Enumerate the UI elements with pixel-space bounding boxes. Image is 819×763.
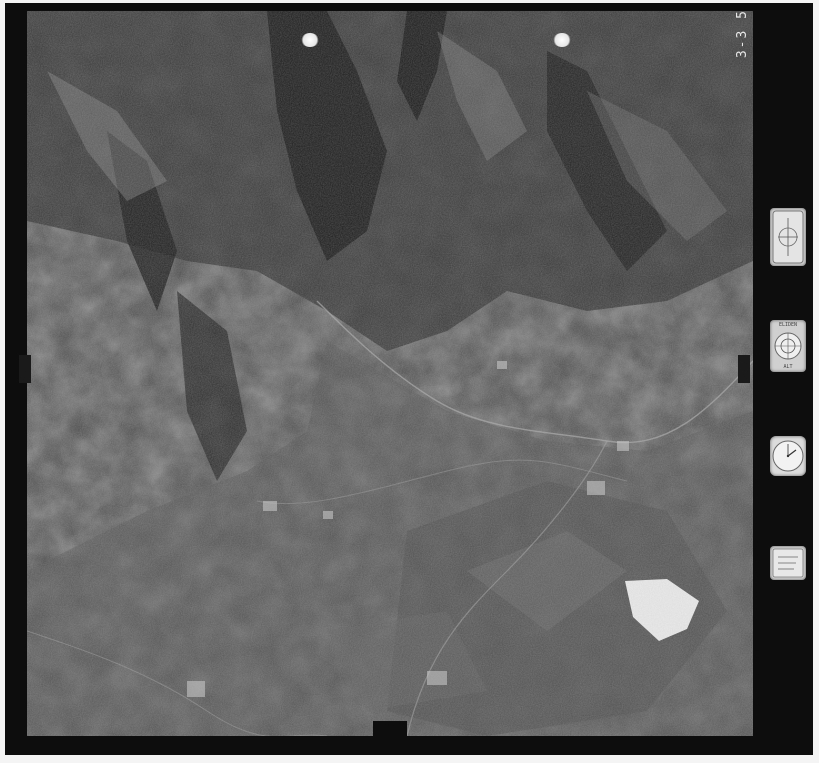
fiducial-mark-left (301, 33, 319, 47)
level-label-top: ELIDEN (778, 322, 798, 328)
film-frame: 3-3 5 (5, 3, 813, 755)
data-card-icon (770, 546, 806, 580)
clock-icon (770, 436, 806, 476)
level-label-bottom: ALT (783, 364, 793, 370)
right-fiducial-notch (738, 355, 750, 383)
level-bubble-icon: ELIDEN ALT (770, 320, 806, 372)
bottom-fiducial-notch (373, 721, 407, 737)
left-fiducial-notch (19, 355, 31, 383)
fiducial-mark-right (553, 33, 571, 47)
aerial-photograph (27, 11, 753, 736)
altimeter-gauge-icon (770, 208, 806, 266)
terrain-image (27, 11, 753, 736)
film-frame-number: 3-3 5 (735, 9, 750, 59)
